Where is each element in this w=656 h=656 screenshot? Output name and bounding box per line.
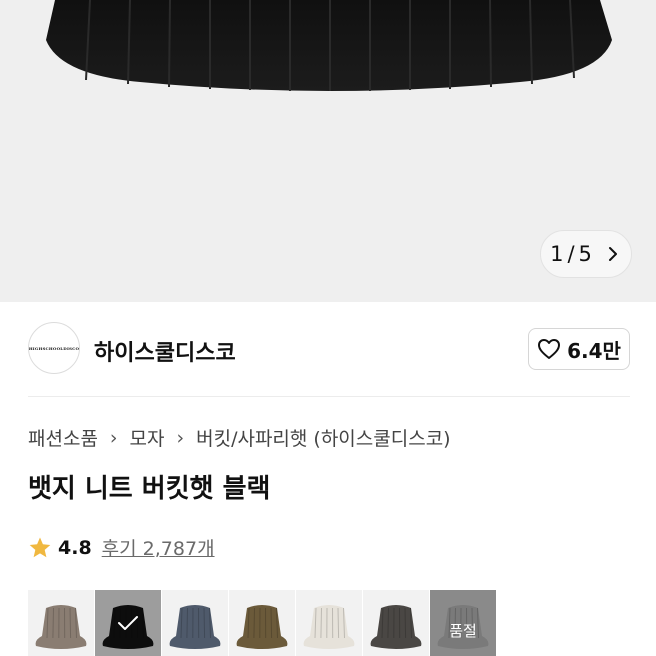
pager-separator: / — [567, 242, 575, 266]
divider — [28, 396, 630, 397]
heart-icon — [538, 339, 561, 359]
gallery-pager-button[interactable]: 1 / 5 — [540, 230, 632, 278]
color-swatch[interactable] — [28, 590, 94, 656]
swatch-hat-image — [370, 605, 422, 649]
star-icon — [29, 537, 51, 557]
brand-logo-text: HIGHSCHOOLDISCO — [28, 345, 80, 351]
brand-row: HIGHSCHOOLDISCO 하이스쿨디스코 6.4만 — [28, 322, 630, 376]
swatch-hat-image — [303, 605, 355, 649]
pager-total: 5 — [578, 242, 592, 266]
color-swatches: 품절 — [28, 590, 497, 656]
color-swatch[interactable] — [162, 590, 228, 656]
swatch-hat-image — [236, 605, 288, 649]
rating-score: 4.8 — [58, 536, 92, 559]
pager-current: 1 — [550, 242, 564, 266]
chevron-right-icon — [608, 247, 617, 261]
color-swatch[interactable] — [229, 590, 295, 656]
rating-row: 4.8 후기 2,787개 — [28, 534, 215, 561]
breadcrumb: 패션소품 › 모자 › 버킷/사파리햇 (하이스쿨디스코) — [28, 424, 451, 451]
swatch-hat-image — [169, 605, 221, 649]
chevron-right-icon: › — [109, 426, 118, 449]
breadcrumb-item-category[interactable]: 패션소품 — [28, 424, 98, 451]
reviews-link[interactable]: 후기 2,787개 — [102, 534, 215, 561]
product-image-gallery[interactable]: 1 / 5 — [0, 0, 656, 302]
product-title: 뱃지 니트 버킷햇 블랙 — [28, 474, 271, 504]
brand-name[interactable]: 하이스쿨디스코 — [94, 335, 236, 367]
swatch-hat-image — [35, 605, 87, 649]
breadcrumb-item-brand[interactable]: (하이스쿨디스코) — [313, 424, 450, 451]
color-swatch[interactable] — [95, 590, 161, 656]
checkmark-icon — [118, 616, 138, 630]
color-swatch[interactable] — [363, 590, 429, 656]
like-count: 6.4만 — [567, 338, 621, 363]
chevron-right-icon: › — [176, 426, 185, 449]
color-swatch[interactable]: 품절 — [430, 590, 496, 656]
like-button[interactable]: 6.4만 — [528, 328, 630, 370]
brand-logo[interactable]: HIGHSCHOOLDISCO — [28, 322, 80, 374]
breadcrumb-item-type[interactable]: 버킷/사파리햇 — [196, 424, 307, 451]
breadcrumb-item-subcategory[interactable]: 모자 — [130, 424, 165, 451]
sold-out-label: 품절 — [449, 622, 477, 640]
color-swatch[interactable] — [296, 590, 362, 656]
